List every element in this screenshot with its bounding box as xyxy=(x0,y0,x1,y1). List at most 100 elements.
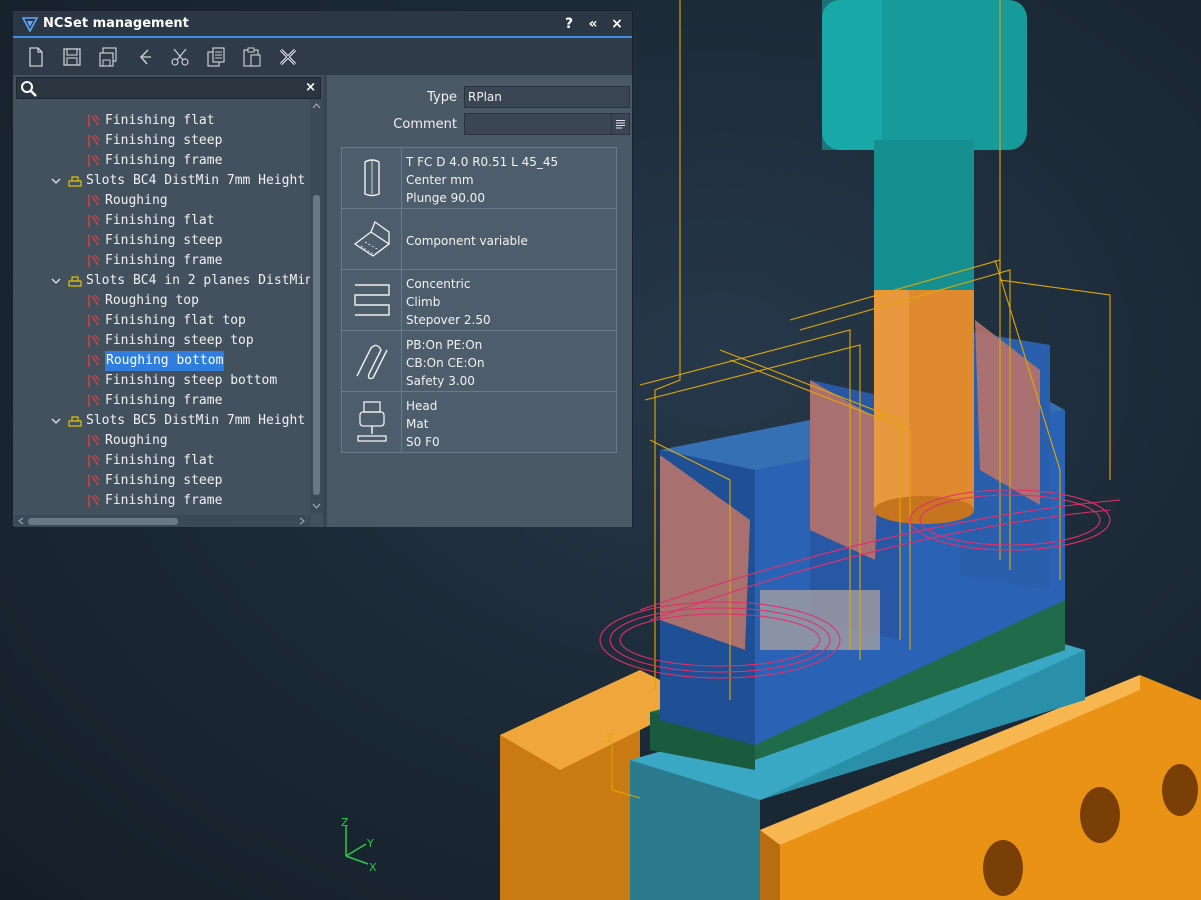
summary-card-line: Center mm xyxy=(406,172,474,187)
tree-row[interactable]: Finishing flat top xyxy=(87,311,246,331)
tree-row-label: Finishing frame xyxy=(105,153,223,168)
scroll-right-icon[interactable] xyxy=(298,517,306,525)
tree-group-row[interactable]: Slots BC5 DistMin 7mm Height xyxy=(50,411,305,431)
tree-row-label: Finishing flat xyxy=(105,453,215,468)
tree-row[interactable]: Finishing flat xyxy=(87,211,215,231)
tree-row-label: Roughing bottom xyxy=(105,351,225,371)
summary-card-line: CB:On CE:On xyxy=(406,355,485,370)
tree-vertical-scrollbar[interactable] xyxy=(310,99,323,513)
tree-horizontal-scroll-thumb[interactable] xyxy=(28,518,178,525)
search-icon xyxy=(21,81,37,97)
tree-row[interactable]: Finishing steep xyxy=(87,471,222,491)
lines-icon xyxy=(616,120,625,129)
summary-card[interactable]: Head Mat S0 F0 xyxy=(341,392,617,453)
tree-row[interactable]: Finishing frame xyxy=(87,151,222,171)
tree-row-label: Finishing steep xyxy=(105,233,223,248)
tree-row-label: Finishing steep xyxy=(105,133,223,148)
summary-card[interactable]: PB:On PE:On CB:On CE:On Safety 3.00 xyxy=(341,331,617,392)
toolpath-operation-icon xyxy=(88,354,100,367)
tree-row-label: Roughing top xyxy=(105,293,199,308)
toolpath-operation-icon xyxy=(88,454,100,467)
operation-group-icon xyxy=(68,176,82,187)
summary-card-line: Head xyxy=(406,398,438,413)
tree-row[interactable]: Finishing flat xyxy=(87,451,215,471)
type-field[interactable]: RPlan xyxy=(464,86,630,108)
tree-group-row[interactable]: Slots BC4 in 2 planes DistMin xyxy=(50,271,311,291)
undo-icon[interactable] xyxy=(131,44,157,70)
tree-row[interactable]: Finishing steep xyxy=(87,231,222,251)
tree-row[interactable]: Roughing xyxy=(87,431,168,451)
chevron-down-icon[interactable] xyxy=(50,415,62,427)
axis-x-label: X xyxy=(369,861,377,874)
scroll-up-icon[interactable] xyxy=(312,102,321,111)
toolpath-operation-icon xyxy=(88,234,100,247)
toolpath-operation-icon xyxy=(88,214,100,227)
operations-tree-pane: × Finishing flat Finishing steep Finishing… xyxy=(14,75,323,527)
machine-head-icon xyxy=(342,392,402,452)
tree-row-label: Finishing frame xyxy=(105,253,223,268)
ncset-panel: NCSet management ? « × × Finishing flat … xyxy=(12,10,633,527)
tree-group-row[interactable]: Slots BC4 DistMin 7mm Height xyxy=(50,171,305,191)
scroll-down-icon[interactable] xyxy=(312,501,321,510)
toolpath-operation-icon xyxy=(88,374,100,387)
search-input[interactable] xyxy=(41,79,300,99)
help-button[interactable]: ? xyxy=(562,16,576,32)
tree-row[interactable]: Roughing bottom xyxy=(87,351,225,371)
collapse-button[interactable]: « xyxy=(586,16,600,32)
concentric-icon xyxy=(342,270,402,330)
tree-row-label: Finishing flat xyxy=(105,213,215,228)
tree-row[interactable]: Finishing steep top xyxy=(87,331,254,351)
chevron-down-icon[interactable] xyxy=(50,175,62,187)
paste-icon[interactable] xyxy=(239,44,265,70)
summary-card-text: T FC D 4.0 R0.51 L 45_45 Center mm Plunge … xyxy=(402,148,558,208)
delete-icon[interactable] xyxy=(275,44,301,70)
tree-row-label: Slots BC5 DistMin 7mm Height xyxy=(86,413,306,428)
panel-titlebar[interactable]: NCSet management ? « × xyxy=(13,11,632,38)
toolpath-operation-icon xyxy=(88,494,100,507)
tool-icon xyxy=(342,148,402,208)
summary-card-line: Safety 3.00 xyxy=(406,373,475,388)
operations-tree[interactable]: Finishing flat Finishing steep Finishing f… xyxy=(14,111,311,513)
tree-vertical-scroll-thumb[interactable] xyxy=(313,195,320,495)
axis-y-label: Y xyxy=(366,837,374,850)
summary-card-line: Climb xyxy=(406,294,441,309)
summary-card-text: Component variable xyxy=(402,209,528,269)
tree-row-label: Finishing steep bottom xyxy=(105,373,278,388)
tree-row-label: Slots BC4 in 2 planes DistMin xyxy=(86,273,311,288)
tree-horizontal-scrollbar[interactable] xyxy=(14,515,311,527)
tree-row[interactable]: Finishing frame xyxy=(87,491,222,511)
save-icon[interactable] xyxy=(59,44,85,70)
tree-row[interactable]: Finishing steep bottom xyxy=(87,371,277,391)
search-clear-icon[interactable]: × xyxy=(305,80,316,95)
tree-row[interactable]: Finishing frame xyxy=(87,251,222,271)
save-all-icon[interactable] xyxy=(95,44,121,70)
comment-field[interactable] xyxy=(464,113,612,135)
tree-row-label: Finishing flat xyxy=(105,113,215,128)
search-box: × xyxy=(16,77,321,99)
summary-card[interactable]: Component variable xyxy=(341,209,617,270)
summary-card[interactable]: T FC D 4.0 R0.51 L 45_45 Center mm Plunge … xyxy=(341,147,617,209)
new-icon[interactable] xyxy=(23,44,49,70)
toolpath-operation-icon xyxy=(88,434,100,447)
comment-edit-button[interactable] xyxy=(611,113,630,135)
close-button[interactable]: × xyxy=(610,16,624,32)
copy-icon[interactable] xyxy=(203,44,229,70)
chevron-down-icon[interactable] xyxy=(50,275,62,287)
tree-row-label: Slots BC4 DistMin 7mm Height xyxy=(86,173,306,188)
tree-row[interactable]: Finishing flat xyxy=(87,111,215,131)
summary-card[interactable]: Concentric Climb Stepover 2.50 xyxy=(341,270,617,331)
summary-card-text: PB:On PE:On CB:On CE:On Safety 3.00 xyxy=(402,331,485,391)
toolpath-operation-icon xyxy=(88,474,100,487)
tree-row[interactable]: Roughing xyxy=(87,191,168,211)
operation-summary-cards: T FC D 4.0 R0.51 L 45_45 Center mm Plunge … xyxy=(341,147,617,453)
tree-row-label: Finishing frame xyxy=(105,493,223,508)
tree-row[interactable]: Finishing frame xyxy=(87,391,222,411)
toolpath-operation-icon xyxy=(88,314,100,327)
tree-row[interactable]: Finishing steep xyxy=(87,131,222,151)
cut-icon[interactable] xyxy=(167,44,193,70)
tree-row[interactable]: Roughing top xyxy=(87,291,199,311)
tree-row-label: Finishing steep top xyxy=(105,333,254,348)
toolpath-operation-icon xyxy=(88,394,100,407)
summary-card-line: S0 F0 xyxy=(406,434,440,449)
scroll-left-icon[interactable] xyxy=(17,517,25,525)
